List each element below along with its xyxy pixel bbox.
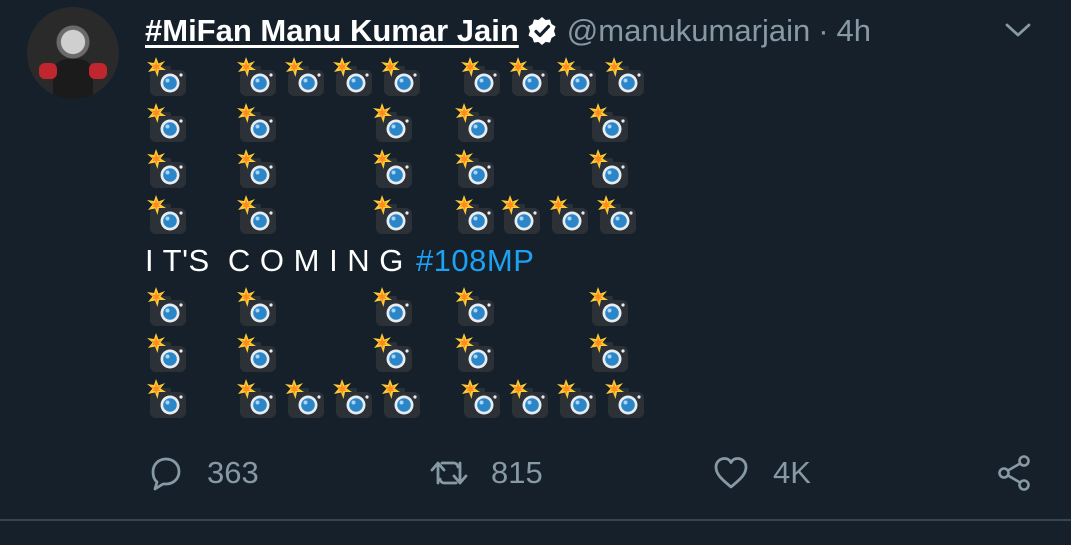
emoji-row [145, 330, 1025, 376]
camera-with-flash-emoji [145, 286, 189, 330]
camera-with-flash-emoji [595, 194, 639, 238]
camera-with-flash-emoji [235, 286, 279, 330]
camera-with-flash-emoji [555, 56, 599, 100]
tweet-header: #MiFan Manu Kumar Jain @manukumarjain · … [145, 8, 871, 54]
action-bar: 363 815 4K [145, 448, 1045, 498]
timestamp[interactable]: 4h [837, 13, 871, 49]
like-icon [714, 457, 748, 489]
camera-with-flash-emoji [499, 194, 543, 238]
avatar-figure [53, 59, 93, 99]
like-button[interactable]: 4K [711, 448, 811, 498]
camera-with-flash-emoji [331, 378, 375, 422]
display-name[interactable]: #MiFan Manu Kumar Jain [145, 13, 519, 49]
share-button[interactable] [995, 448, 1035, 498]
camera-with-flash-emoji [453, 286, 497, 330]
reply-button[interactable]: 363 [145, 448, 259, 498]
camera-with-flash-emoji [371, 102, 415, 146]
camera-with-flash-emoji [371, 194, 415, 238]
user-handle[interactable]: @manukumarjain [567, 13, 810, 49]
camera-with-flash-emoji [235, 148, 279, 192]
emoji-row [145, 146, 1025, 192]
retweet-icon [430, 461, 468, 485]
camera-with-flash-emoji [507, 56, 551, 100]
camera-with-flash-emoji [587, 332, 631, 376]
tweet-text-line: I T'S C O M I N G #108MP [145, 238, 1025, 284]
reply-count: 363 [207, 455, 259, 490]
camera-with-flash-emoji [587, 148, 631, 192]
camera-with-flash-emoji [283, 378, 327, 422]
camera-with-flash-emoji [587, 286, 631, 330]
camera-with-flash-emoji [603, 378, 647, 422]
camera-with-flash-emoji [145, 332, 189, 376]
camera-with-flash-emoji [453, 148, 497, 192]
emoji-row [145, 192, 1025, 238]
camera-with-flash-emoji [547, 194, 591, 238]
camera-with-flash-emoji [235, 194, 279, 238]
camera-with-flash-emoji [555, 378, 599, 422]
separator-dot: · [818, 13, 829, 48]
avatar-glove-right [89, 63, 107, 79]
camera-with-flash-emoji [145, 56, 189, 100]
camera-with-flash-emoji [459, 56, 503, 100]
like-count: 4K [773, 455, 811, 490]
tweet-text: I T'S C O M I N G #108MP [145, 54, 1025, 422]
camera-with-flash-emoji [379, 56, 423, 100]
camera-with-flash-emoji [603, 56, 647, 100]
divider [0, 519, 1071, 521]
camera-with-flash-emoji [145, 102, 189, 146]
camera-with-flash-emoji [283, 56, 327, 100]
camera-with-flash-emoji [379, 378, 423, 422]
camera-with-flash-emoji [371, 148, 415, 192]
camera-with-flash-emoji [235, 102, 279, 146]
emoji-row [145, 376, 1025, 422]
avatar-glove-left [39, 63, 57, 79]
camera-with-flash-emoji [587, 102, 631, 146]
camera-with-flash-emoji [235, 56, 279, 100]
emoji-row [145, 54, 1025, 100]
share-icon [998, 455, 1030, 491]
coming-text: I T'S C O M I N G [145, 243, 404, 278]
camera-with-flash-emoji [145, 148, 189, 192]
camera-with-flash-emoji [453, 194, 497, 238]
camera-with-flash-emoji [371, 286, 415, 330]
emoji-row [145, 284, 1025, 330]
camera-with-flash-emoji [145, 378, 189, 422]
camera-with-flash-emoji [453, 102, 497, 146]
chevron-down-icon[interactable] [1004, 20, 1032, 40]
camera-with-flash-emoji [235, 378, 279, 422]
camera-with-flash-emoji [331, 56, 375, 100]
camera-with-flash-emoji [507, 378, 551, 422]
emoji-row [145, 100, 1025, 146]
camera-with-flash-emoji [459, 378, 503, 422]
reply-icon [151, 457, 181, 491]
hashtag-link[interactable]: #108MP [416, 243, 534, 279]
avatar[interactable] [27, 7, 119, 99]
camera-with-flash-emoji [371, 332, 415, 376]
retweet-count: 815 [491, 455, 543, 490]
camera-with-flash-emoji [453, 332, 497, 376]
camera-with-flash-emoji [145, 194, 189, 238]
camera-with-flash-emoji [235, 332, 279, 376]
verified-badge-icon [527, 16, 557, 46]
retweet-button[interactable]: 815 [429, 448, 543, 498]
